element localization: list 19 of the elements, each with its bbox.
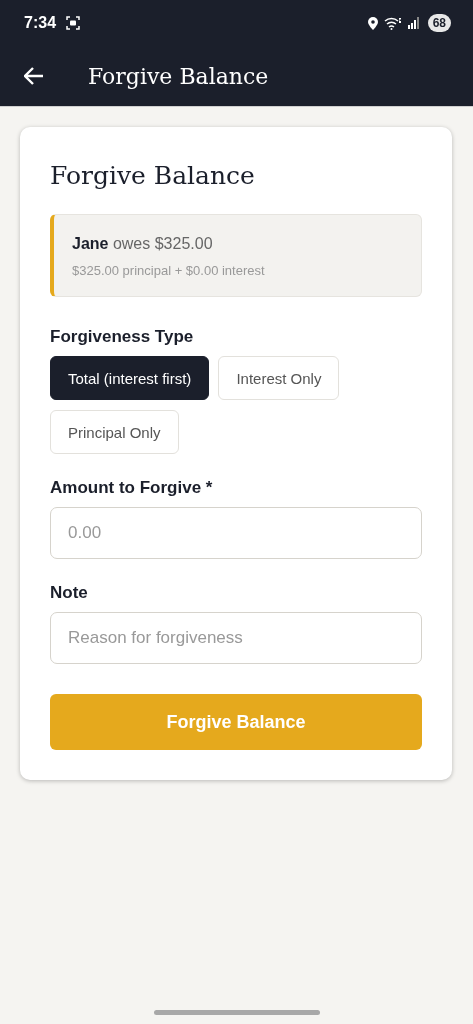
balance-detail: $325.00 principal + $0.00 interest bbox=[72, 263, 266, 278]
status-time: 7:34 bbox=[24, 14, 57, 32]
type-option[interactable]: Principal Only bbox=[50, 410, 179, 454]
screenshot-icon bbox=[66, 16, 81, 30]
signal-icon bbox=[407, 17, 420, 29]
type-option[interactable]: Interest Only bbox=[218, 356, 340, 400]
app-bar-title: Forgive Balance bbox=[88, 63, 269, 89]
back-arrow-icon[interactable] bbox=[24, 67, 44, 85]
location-icon bbox=[367, 16, 378, 30]
type-option[interactable]: Total (interest first) bbox=[50, 356, 210, 400]
amount-field[interactable]: 0.00 bbox=[50, 507, 422, 559]
card-title: Forgive Balance bbox=[50, 161, 256, 190]
wifi-icon bbox=[383, 16, 402, 30]
field-label: Forgiveness Type bbox=[50, 327, 195, 347]
field-label: Amount to Forgive * bbox=[50, 478, 214, 498]
note-field[interactable]: Reason for forgiveness bbox=[50, 612, 422, 664]
balance-headline: Jane owes $325.00 bbox=[72, 235, 214, 253]
battery-indicator: 68 bbox=[427, 14, 451, 32]
field-label: Note bbox=[50, 583, 89, 603]
